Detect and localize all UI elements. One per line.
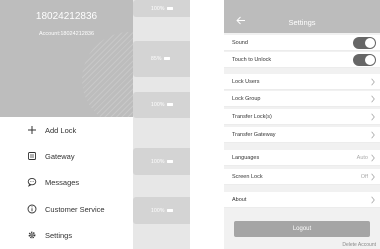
settings-screen: Settings Sound Touch to Unlock Lock User… — [224, 0, 380, 249]
battery-label: 100% — [151, 159, 173, 165]
battery-label: 100% — [151, 208, 173, 214]
chevron-right-icon — [371, 154, 375, 162]
lock-card[interactable]: 100% — [133, 0, 190, 17]
setting-label: Touch to Unlock — [232, 56, 272, 63]
setting-row-about[interactable]: About — [224, 192, 380, 208]
setting-row-lock-group[interactable]: Lock Group — [224, 91, 380, 107]
battery-icon — [166, 6, 173, 10]
setting-label: Screen Lock — [232, 173, 263, 180]
left-phone-screen: 100% 85% 100% 100% 100% 18024212836 Acco… — [0, 0, 190, 249]
info-icon — [27, 204, 37, 214]
setting-row-lock-users[interactable]: Lock Users — [224, 74, 380, 90]
menu-item-settings[interactable]: Settings — [27, 227, 133, 243]
setting-row-languages[interactable]: Languages Auto — [224, 150, 380, 166]
battery-label: 100% — [151, 6, 173, 12]
chevron-right-icon — [371, 173, 375, 181]
lock-card[interactable]: 100% — [133, 197, 190, 224]
chevron-right-icon — [371, 78, 375, 86]
setting-label: Transfer Gateway — [232, 131, 276, 138]
menu-item-gateway[interactable]: Gateway — [27, 148, 133, 164]
setting-label: Lock Group — [232, 95, 261, 102]
user-phone: 18024212836 — [35, 11, 98, 22]
touch-unlock-toggle[interactable] — [353, 54, 376, 66]
battery-label: 85% — [151, 56, 170, 62]
chevron-right-icon — [371, 196, 375, 204]
menu-item-messages[interactable]: Messages — [27, 174, 133, 190]
drawer-menu: Add Lock Gateway Messages Customer Servi… — [0, 117, 133, 249]
menu-item-label: Add Lock — [45, 125, 77, 135]
battery-icon — [166, 103, 173, 107]
delete-account-link[interactable]: Delete Account — [342, 242, 376, 248]
lock-card[interactable]: 100% — [133, 148, 190, 175]
menu-item-label: Customer Service — [45, 204, 105, 214]
setting-label: Transfer Lock(s) — [232, 113, 272, 120]
setting-label: Languages — [232, 154, 260, 161]
logout-button[interactable]: Logout — [234, 221, 370, 237]
battery-label: 100% — [151, 102, 173, 108]
background-lock-list: 100% 85% 100% 100% 100% — [133, 0, 190, 249]
message-icon — [27, 177, 37, 187]
menu-item-add-lock[interactable]: Add Lock — [27, 122, 133, 138]
setting-row-screen-lock[interactable]: Screen Lock Off — [224, 169, 380, 185]
setting-row-sound: Sound — [224, 35, 380, 51]
menu-item-customer-service[interactable]: Customer Service — [27, 201, 133, 217]
menu-item-label: Gateway — [45, 151, 75, 161]
page-title: Settings — [288, 18, 316, 27]
menu-item-label: Settings — [45, 230, 73, 240]
gateway-icon — [27, 151, 37, 161]
user-account: Account:18024212836 — [38, 31, 95, 37]
battery-icon — [163, 57, 170, 61]
setting-value: Auto — [356, 154, 368, 161]
setting-label: About — [232, 196, 247, 203]
plus-icon — [27, 125, 37, 135]
chevron-right-icon — [371, 95, 375, 103]
setting-row-transfer-gateway[interactable]: Transfer Gateway — [224, 127, 380, 143]
chevron-right-icon — [371, 113, 375, 121]
settings-header: Settings — [224, 0, 380, 33]
sound-toggle[interactable] — [353, 37, 376, 49]
header-decoration — [82, 32, 133, 117]
drawer-header: 18024212836 Account:18024212836 — [0, 0, 133, 117]
setting-label: Lock Users — [232, 78, 260, 85]
gear-icon — [27, 230, 37, 240]
setting-row-transfer-locks[interactable]: Transfer Lock(s) — [224, 109, 380, 125]
chevron-right-icon — [371, 131, 375, 139]
lock-card[interactable]: 85% — [133, 41, 190, 77]
setting-value: Off — [360, 173, 368, 180]
battery-icon — [166, 159, 173, 163]
menu-item-label: Messages — [45, 177, 80, 187]
lock-card[interactable]: 100% — [133, 92, 190, 118]
setting-label: Sound — [232, 39, 248, 46]
setting-row-touch-unlock: Touch to Unlock — [224, 52, 380, 68]
battery-icon — [166, 208, 173, 212]
